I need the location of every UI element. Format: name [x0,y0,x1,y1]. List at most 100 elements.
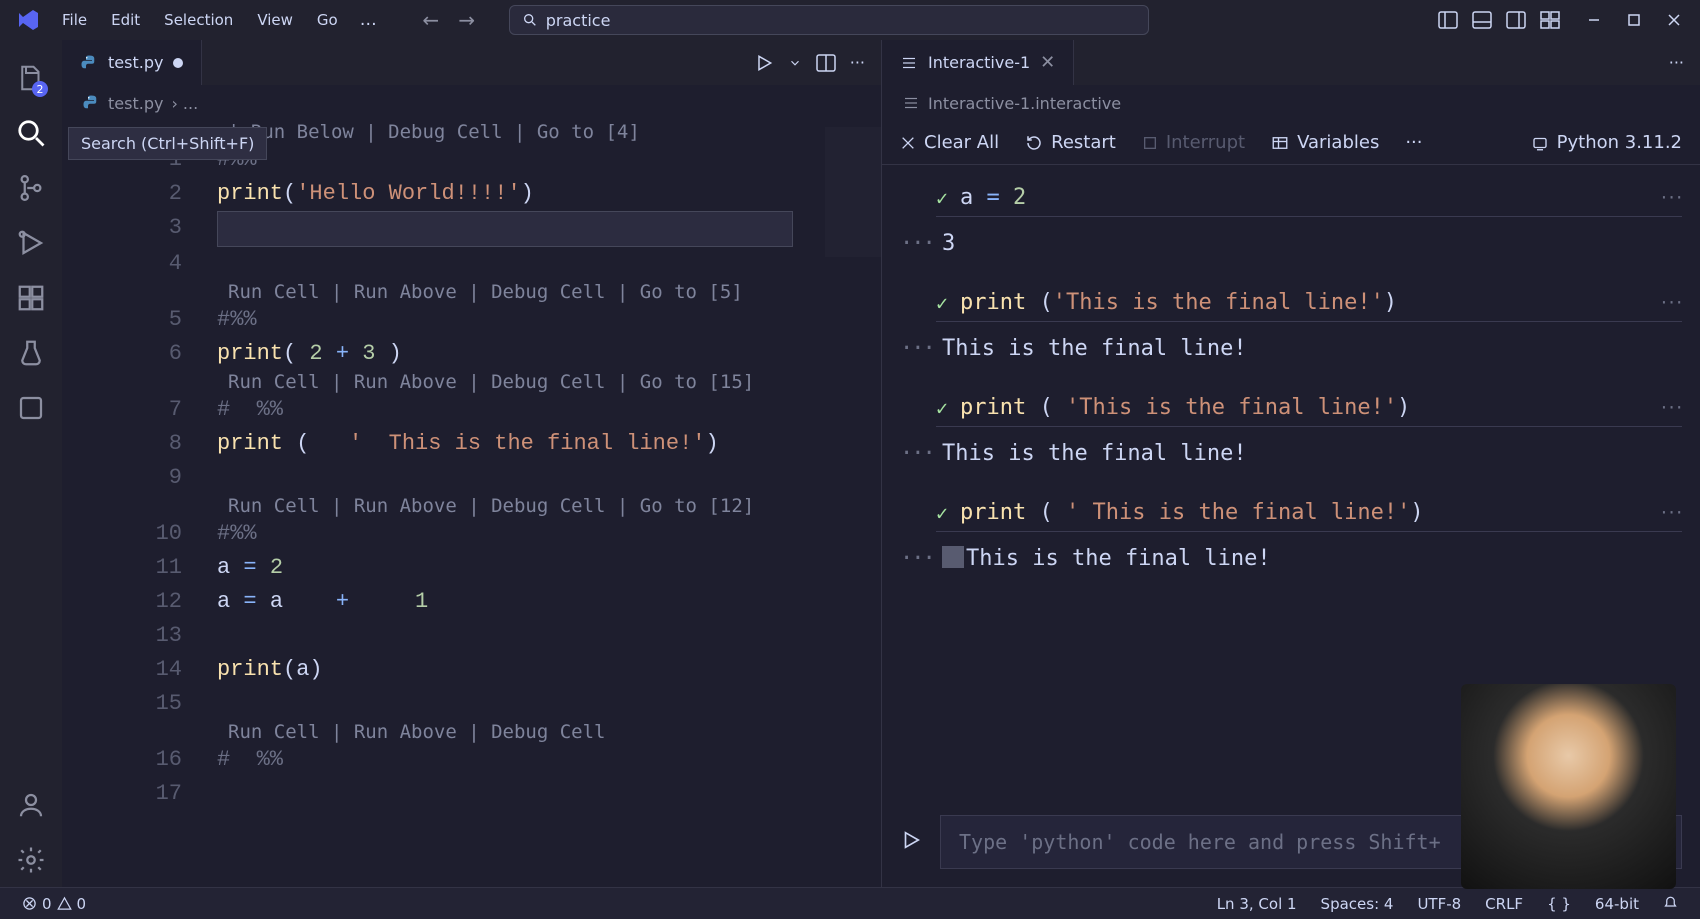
vscode-logo-icon [16,8,40,32]
menu-go[interactable]: Go [305,7,350,33]
expand-icon[interactable]: ··· [1659,503,1682,522]
tab-interactive[interactable]: Interactive-1 ✕ [882,40,1074,85]
maximize-button[interactable] [1614,4,1654,36]
output-menu-icon[interactable]: ··· [900,336,928,361]
execute-input-button[interactable] [900,829,922,855]
layout-panel-icon[interactable] [1468,6,1496,34]
close-icon[interactable]: ✕ [1040,52,1055,73]
line-number: 13 [62,619,217,653]
cell-input[interactable]: ✓ print ( ' This is the final line!') ··… [936,494,1682,532]
minimap[interactable] [825,127,881,257]
dirty-indicator-icon [173,58,183,68]
activity-search[interactable] [6,105,56,160]
status-language[interactable]: { } [1535,895,1583,913]
activity-run-debug[interactable] [6,215,56,270]
output-menu-icon[interactable]: ··· [900,231,928,256]
cell-output: ··· 3 [900,217,1682,256]
toolbar-more[interactable]: ··· [1405,132,1422,153]
tab-label: test.py [108,53,163,72]
activity-bar: 2 [0,40,62,887]
expand-icon[interactable]: ··· [1659,398,1682,417]
tab-bar-right: Interactive-1 ✕ ··· [882,40,1700,85]
minimize-button[interactable] [1574,4,1614,36]
menu-file[interactable]: File [50,7,99,33]
output-menu-icon[interactable]: ··· [900,546,928,571]
restart-button[interactable]: Restart [1025,132,1116,153]
line-number: 15 [62,687,217,721]
command-center-text: practice [546,11,611,30]
leading-space-block [942,546,964,568]
cell: ✓ a = 2 ··· ··· 3 [900,179,1682,256]
command-center[interactable]: practice [509,5,1149,35]
codelens-3[interactable]: Run Cell | Run Above | Debug Cell | Go t… [62,371,881,393]
expand-icon[interactable]: ··· [1659,293,1682,312]
run-dropdown[interactable] [788,56,802,70]
interrupt-button: Interrupt [1142,132,1245,153]
layout-customize-icon[interactable] [1536,6,1564,34]
activity-settings[interactable] [6,832,56,887]
titlebar: File Edit Selection View Go … ← → practi… [0,0,1700,40]
breadcrumb-file: test.py [108,94,163,113]
codelens-4[interactable]: Run Cell | Run Above | Debug Cell | Go t… [62,495,881,517]
cell: ✓ print ('This is the final line!') ··· … [900,284,1682,361]
status-problems[interactable]: 0 0 [10,895,98,913]
editor-group-left: test.py ··· test.py › ... | Run Below | [62,40,882,887]
interactive-icon [900,54,918,72]
line-number: 14 [62,653,217,687]
activity-extensions[interactable] [6,270,56,325]
split-editor-icon[interactable] [816,54,836,72]
breadcrumb-rest: › ... [171,94,198,113]
cell-input[interactable]: ✓ print ( 'This is the final line!') ··· [936,389,1682,427]
nav-back-icon[interactable]: ← [417,6,445,34]
more-actions-icon[interactable]: ··· [850,53,865,72]
line-number: 5 [62,303,217,337]
close-button[interactable] [1654,4,1694,36]
python-file-icon [82,94,100,112]
activity-accounts[interactable] [6,777,56,832]
activity-source-control[interactable] [6,160,56,215]
status-spaces[interactable]: Spaces: 4 [1309,895,1406,913]
layout-sidebar-right-icon[interactable] [1502,6,1530,34]
menu-selection[interactable]: Selection [152,7,245,33]
breadcrumb-right[interactable]: Interactive-1.interactive [882,85,1700,121]
status-encoding[interactable]: UTF-8 [1405,895,1473,913]
codelens-2[interactable]: Run Cell | Run Above | Debug Cell | Go t… [62,281,881,303]
menu-more[interactable]: … [350,6,387,34]
kernel-picker[interactable]: Python 3.11.2 [1531,132,1682,153]
cell-input[interactable]: ✓ print ('This is the final line!') ··· [936,284,1682,322]
output-menu-icon[interactable]: ··· [900,441,928,466]
line-number: 3 [62,211,217,247]
line-number: 11 [62,551,217,585]
status-eol[interactable]: CRLF [1473,895,1535,913]
activity-testing[interactable] [6,325,56,380]
activity-extra[interactable] [6,380,56,435]
line-number: 8 [62,427,217,461]
cell-input[interactable]: ✓ a = 2 ··· [936,179,1682,217]
layout-sidebar-left-icon[interactable] [1434,6,1462,34]
menu-view[interactable]: View [245,7,305,33]
code-editor[interactable]: | Run Below | Debug Cell | Go to [4] 1#%… [62,121,881,887]
activity-explorer[interactable]: 2 [6,50,56,105]
line-number: 16 [62,743,217,777]
menu-edit[interactable]: Edit [99,7,152,33]
tab-label: Interactive-1 [928,53,1030,72]
cell: ✓ print ( ' This is the final line!') ··… [900,494,1682,571]
codelens-5[interactable]: Run Cell | Run Above | Debug Cell [62,721,881,743]
line-number: 4 [62,247,217,281]
search-icon [522,12,538,28]
expand-icon[interactable]: ··· [1659,188,1682,207]
breadcrumb-left[interactable]: test.py › ... [62,85,881,121]
status-bar: 0 0 Ln 3, Col 1 Spaces: 4 UTF-8 CRLF { }… [0,887,1700,919]
run-button[interactable] [754,53,774,73]
variables-button[interactable]: Variables [1271,132,1379,153]
more-actions-icon[interactable]: ··· [1669,53,1684,72]
status-cursor[interactable]: Ln 3, Col 1 [1205,895,1309,913]
cell-output: ··· This is the final line! [900,427,1682,466]
clear-all-button[interactable]: Clear All [900,132,999,153]
status-notifications-icon[interactable] [1651,896,1690,911]
explorer-badge: 2 [32,81,48,97]
tab-test-py[interactable]: test.py [62,40,202,85]
line-number: 2 [62,177,217,211]
status-python-version[interactable]: 64-bit [1583,895,1651,913]
nav-forward-icon[interactable]: → [453,6,481,34]
